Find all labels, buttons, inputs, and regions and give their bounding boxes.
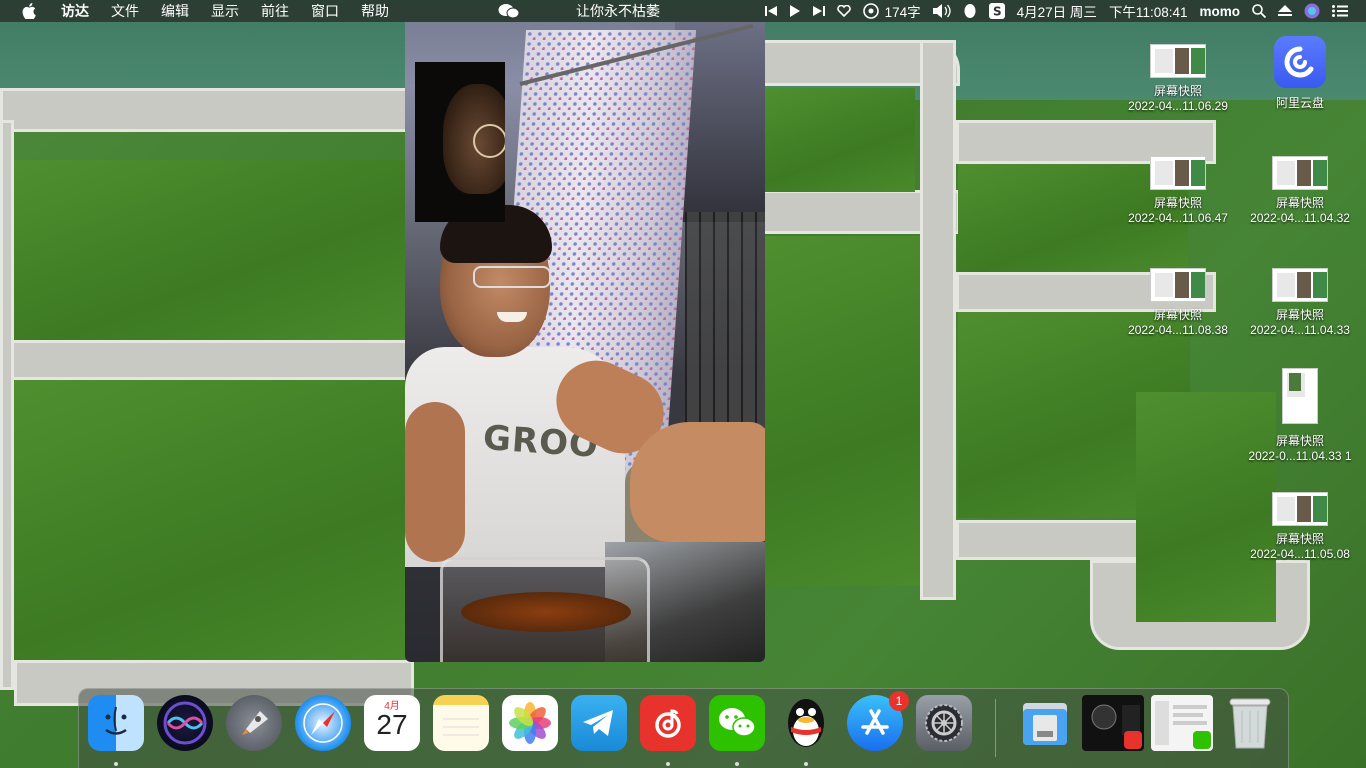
dock-photos-icon[interactable] [502, 695, 558, 751]
dock-calendar-icon[interactable]: 4月 27 [364, 695, 420, 751]
menubar-date[interactable]: 4月27日 周三 [1017, 1, 1097, 21]
self-view-pip[interactable] [415, 62, 505, 222]
spotlight-search-icon[interactable] [1252, 4, 1266, 18]
dock-netease-music-icon[interactable] [640, 695, 696, 751]
desktop-app-aliyun-drive[interactable]: 阿里云盘 [1240, 36, 1360, 111]
user-name[interactable]: momo [1200, 4, 1241, 19]
word-count[interactable]: 174字 [885, 1, 921, 21]
dock-downloads-folder-icon[interactable] [1017, 695, 1073, 751]
previous-track-icon[interactable] [764, 5, 777, 17]
dock-telegram-icon[interactable] [571, 695, 627, 751]
screenshot-thumbnail [1150, 156, 1206, 190]
desktop-file-screenshot[interactable]: 屏幕快照 2022-04...11.06.47 [1118, 156, 1238, 226]
dock-app-store-icon[interactable]: 1 [847, 691, 909, 751]
dock-trash-icon[interactable] [1222, 695, 1278, 751]
menubar-time[interactable]: 下午11:08:41 [1109, 1, 1188, 21]
notification-center-icon[interactable] [1332, 5, 1348, 17]
desktop-file-screenshot[interactable]: 屏幕快照 2022-04...11.05.08 [1240, 492, 1360, 562]
dock-minimized-window-wechat[interactable] [1151, 695, 1213, 751]
menu-go[interactable]: 前往 [250, 0, 300, 22]
play-icon[interactable] [789, 5, 801, 17]
app-store-update-badge: 1 [889, 691, 909, 711]
menu-window[interactable]: 窗口 [300, 0, 350, 22]
dock: 4月 27 1 [78, 688, 1289, 768]
menu-app-finder[interactable]: 访达 [50, 0, 100, 22]
dock-launchpad-icon[interactable] [226, 695, 282, 751]
next-track-icon[interactable] [812, 5, 825, 17]
video-call-window[interactable]: GROO [405, 22, 765, 662]
dock-minimized-window-netease[interactable] [1082, 695, 1144, 751]
desktop-file-screenshot[interactable]: 屏幕快照 2022-04...11.06.29 [1118, 44, 1238, 114]
desktop-file-screenshot[interactable]: 屏幕快照 2022-0...11.04.33 1 [1240, 368, 1360, 464]
dock-safari-icon[interactable] [295, 695, 351, 751]
qq-status-icon[interactable] [963, 3, 977, 19]
menu-bar: 访达 文件 编辑 显示 前往 窗口 帮助 让你永不枯萎 174字 S 4月27日… [0, 0, 1366, 22]
dock-finder-icon[interactable] [88, 695, 144, 751]
screenshot-thumbnail [1150, 44, 1206, 78]
menu-view[interactable]: 显示 [200, 0, 250, 22]
menu-edit[interactable]: 编辑 [150, 0, 200, 22]
dock-qq-icon[interactable] [778, 695, 834, 751]
eject-icon[interactable] [1278, 5, 1292, 17]
dock-siri-icon[interactable] [157, 695, 213, 751]
apple-menu-icon[interactable] [20, 3, 38, 19]
dock-notes-icon[interactable] [433, 695, 489, 751]
svg-text:S: S [993, 5, 1002, 19]
dock-system-preferences-icon[interactable] [916, 695, 972, 751]
heart-icon[interactable] [836, 5, 851, 17]
screenshot-thumbnail [1272, 156, 1328, 190]
menu-help[interactable]: 帮助 [350, 0, 400, 22]
dock-wechat-icon[interactable] [709, 695, 765, 751]
desktop-file-screenshot[interactable]: 屏幕快照 2022-04...11.08.38 [1118, 268, 1238, 338]
screenshot-thumbnail [1272, 268, 1328, 302]
now-playing-title[interactable]: 让你永不枯萎 [576, 1, 660, 21]
volume-icon[interactable] [932, 4, 951, 18]
aliyun-drive-icon [1274, 36, 1326, 88]
sogou-input-icon[interactable]: S [988, 3, 1005, 19]
netease-music-icon[interactable] [862, 3, 879, 19]
desktop-file-screenshot[interactable]: 屏幕快照 2022-04...11.04.32 [1240, 156, 1360, 226]
screenshot-thumbnail [1282, 368, 1318, 424]
menu-file[interactable]: 文件 [100, 0, 150, 22]
siri-icon[interactable] [1304, 3, 1320, 19]
desktop-file-screenshot[interactable]: 屏幕快照 2022-04...11.04.33 [1240, 268, 1360, 338]
screenshot-thumbnail [1150, 268, 1206, 302]
screenshot-thumbnail [1272, 492, 1328, 526]
wechat-status-icon[interactable] [498, 3, 520, 19]
